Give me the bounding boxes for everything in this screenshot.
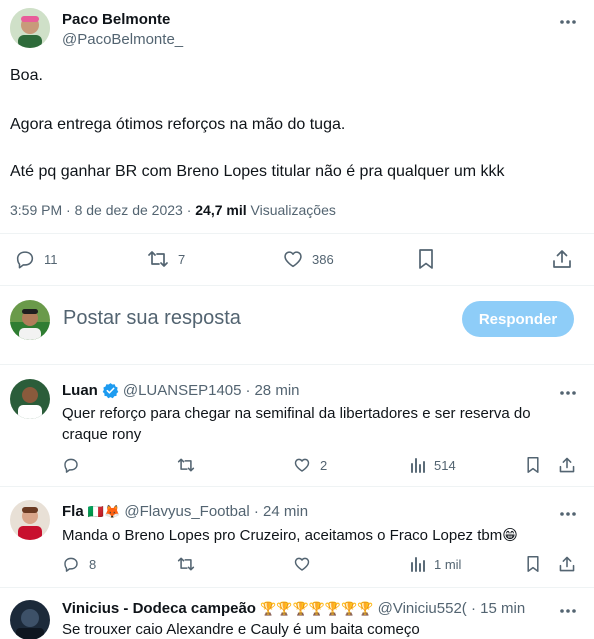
- reply-input[interactable]: Postar sua resposta: [63, 307, 241, 330]
- share-icon: [558, 456, 576, 474]
- retweet-button[interactable]: [176, 555, 196, 573]
- like-count: 2: [320, 457, 328, 473]
- tweet-text-line: Até pq ganhar BR com Breno Lopes titular…: [10, 163, 505, 180]
- heart-icon: [293, 456, 311, 474]
- reply-time[interactable]: 24 min: [263, 503, 308, 520]
- bookmark-icon: [525, 456, 541, 474]
- bookmark-icon: [416, 248, 436, 270]
- share-button[interactable]: [551, 248, 573, 270]
- separator-dot: ·: [245, 382, 251, 399]
- divider: [0, 364, 594, 365]
- reply-time[interactable]: 28 min: [254, 382, 299, 399]
- retweet-button[interactable]: 7: [146, 248, 185, 270]
- retweet-count: 7: [178, 251, 186, 267]
- reply-icon: [62, 555, 80, 573]
- reply-time[interactable]: 15 min: [480, 600, 525, 617]
- reply-button[interactable]: 11: [14, 248, 58, 270]
- user-avatar[interactable]: [10, 300, 50, 340]
- analytics-icon: [409, 555, 427, 573]
- divider: [0, 486, 594, 487]
- views-count: 24,7 mil: [195, 202, 247, 218]
- author-name[interactable]: Paco Belmonte: [62, 11, 170, 28]
- retweet-icon: [176, 555, 196, 573]
- reply-header: Luan @LUANSEP1405 · 28 min: [62, 382, 300, 399]
- bookmark-button[interactable]: [416, 248, 436, 270]
- author-handle[interactable]: @PacoBelmonte_: [62, 31, 183, 48]
- tweet-text-line: Agora entrega ótimos reforços na mão do …: [10, 116, 346, 133]
- reply-author-handle[interactable]: @Flavyus_Footbal: [124, 503, 249, 520]
- like-button[interactable]: 2: [293, 456, 327, 474]
- separator-dot: ·: [470, 600, 476, 617]
- separator-dot: ·: [66, 202, 71, 218]
- tweet-text-line: Boa.: [10, 67, 43, 84]
- more-options-icon[interactable]: [558, 506, 578, 516]
- views-button[interactable]: 514: [409, 456, 456, 474]
- retweet-icon: [176, 456, 196, 474]
- divider: [0, 587, 594, 588]
- reply-text: Manda o Breno Lopes pro Cruzeiro, aceita…: [62, 527, 518, 544]
- heart-icon: [293, 555, 311, 573]
- reply-count: 11: [44, 251, 58, 267]
- like-button[interactable]: 386: [282, 248, 334, 270]
- reply-text: Quer reforço para chegar na semifinal da…: [62, 405, 531, 443]
- reply-author-handle[interactable]: @Viniciu552(: [378, 600, 467, 617]
- retweet-button[interactable]: [176, 456, 196, 474]
- reply-avatar[interactable]: [10, 379, 50, 419]
- views-count: 1 mil: [434, 556, 462, 572]
- separator-dot: ·: [186, 202, 192, 218]
- bookmark-button[interactable]: [525, 555, 541, 573]
- bookmark-button[interactable]: [525, 456, 541, 474]
- share-button[interactable]: [558, 555, 576, 573]
- reply-count: 8: [89, 556, 97, 572]
- like-count: 386: [312, 251, 334, 267]
- reply-icon: [62, 456, 80, 474]
- divider: [0, 233, 594, 234]
- more-options-icon[interactable]: [558, 603, 578, 613]
- tweet-date[interactable]: 8 de dez de 2023: [75, 202, 183, 218]
- views-count: 514: [434, 457, 456, 473]
- share-icon: [558, 555, 576, 573]
- divider: [0, 285, 594, 286]
- tweet-time[interactable]: 3:59 PM: [10, 202, 62, 218]
- more-options-icon[interactable]: [558, 14, 578, 24]
- more-options-icon[interactable]: [558, 385, 578, 395]
- reply-submit-button[interactable]: Responder: [462, 301, 574, 337]
- retweet-icon: [146, 248, 170, 270]
- name-emoji: 🇮🇹🦊: [87, 504, 121, 519]
- reply-button[interactable]: [62, 456, 80, 474]
- heart-icon: [282, 248, 304, 270]
- reply-header: Fla 🇮🇹🦊 @Flavyus_Footbal · 24 min: [62, 503, 308, 520]
- reply-icon: [14, 248, 36, 270]
- reply-author-name[interactable]: Luan: [62, 382, 98, 399]
- reply-button[interactable]: 8: [62, 555, 96, 573]
- tweet-meta: 3:59 PM · 8 de dez de 2023 · 24,7 mil Vi…: [10, 202, 336, 218]
- analytics-icon: [409, 456, 427, 474]
- bookmark-icon: [525, 555, 541, 573]
- views-button[interactable]: 1 mil: [409, 555, 461, 573]
- verified-icon: [102, 382, 119, 399]
- views-label: Visualizações: [250, 202, 336, 218]
- share-icon: [551, 248, 573, 270]
- reply-header: Vinicius - Dodeca campeão 🏆🏆🏆🏆🏆🏆🏆 @Vinic…: [62, 600, 525, 617]
- reply-author-handle[interactable]: @LUANSEP1405: [123, 382, 242, 399]
- name-emoji: 🏆🏆🏆🏆🏆🏆🏆: [260, 601, 374, 616]
- author-avatar[interactable]: [10, 8, 50, 48]
- reply-author-name[interactable]: Vinicius - Dodeca campeão: [62, 600, 256, 617]
- separator-dot: ·: [253, 503, 259, 520]
- like-button[interactable]: [293, 555, 311, 573]
- reply-text: Se trouxer caio Alexandre e Cauly é um b…: [62, 621, 420, 638]
- reply-avatar[interactable]: [10, 600, 50, 639]
- share-button[interactable]: [558, 456, 576, 474]
- reply-author-name[interactable]: Fla: [62, 503, 84, 520]
- reply-avatar[interactable]: [10, 500, 50, 540]
